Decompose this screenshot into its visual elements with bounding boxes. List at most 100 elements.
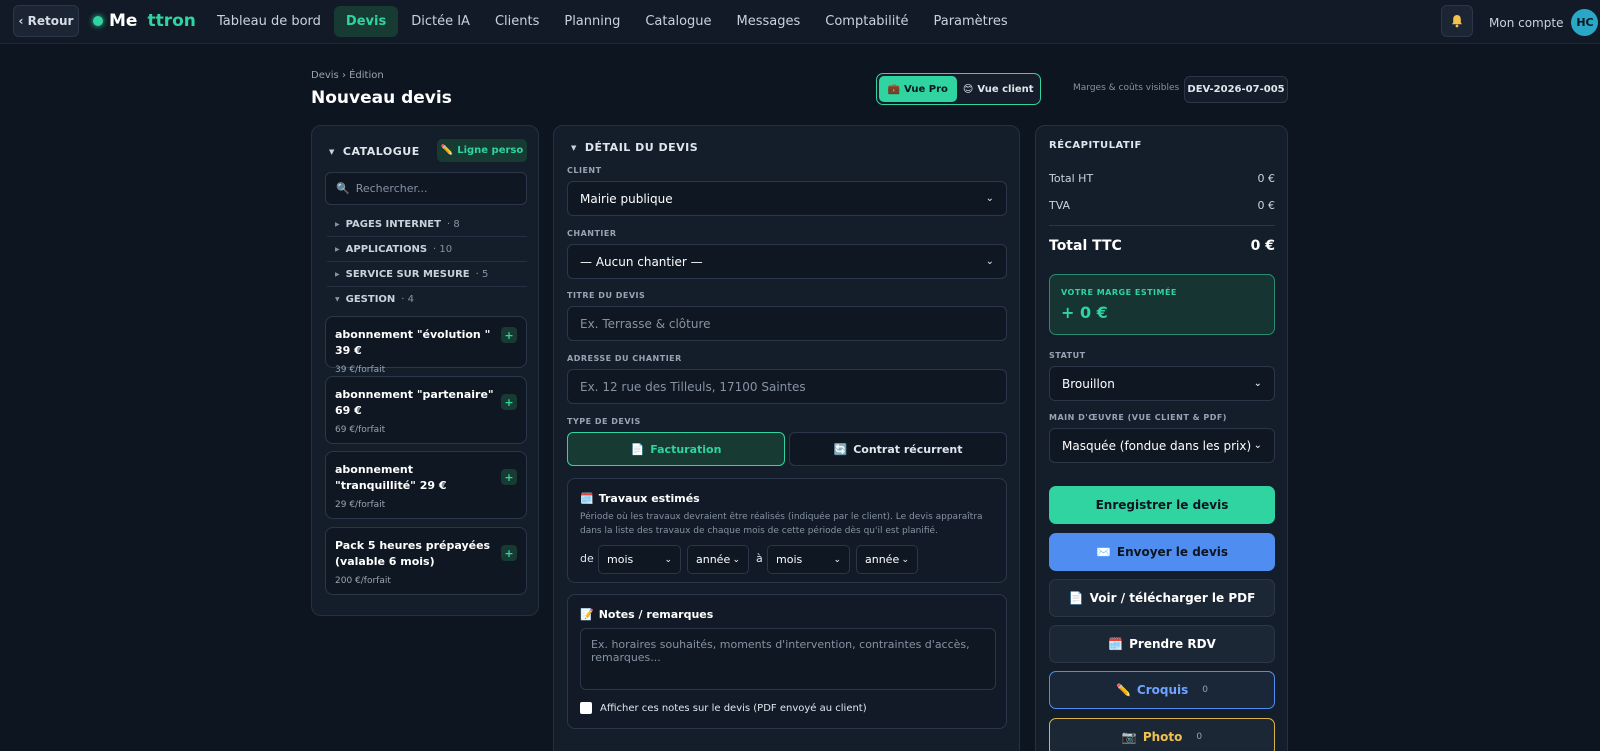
catalogue-item[interactable]: Pack 5 heures prépayées (valable 6 mois)…	[325, 527, 527, 595]
category-pages-internet[interactable]: ▶ PAGES INTERNET · 8	[327, 212, 527, 237]
pencil-icon: ✏️	[1115, 683, 1131, 697]
end-year-value: année	[865, 553, 900, 566]
save-quote-button[interactable]: Enregistrer le devis	[1049, 486, 1275, 524]
item-price: 69 €/forfait	[335, 425, 386, 435]
add-item-button[interactable]: +	[501, 394, 517, 410]
type-contrat-label: Contrat récurrent	[853, 442, 963, 456]
category-count: · 5	[475, 268, 489, 280]
calendar-icon: 🗓️	[580, 492, 594, 505]
category-name: PAGES INTERNET	[345, 218, 441, 230]
sketch-button[interactable]: ✏️ Croquis 0	[1049, 671, 1275, 709]
brand-logo[interactable]: Me ttron	[93, 11, 196, 31]
margin-label: VOTRE MARGE ESTIMÉE	[1061, 288, 1177, 297]
summary-panel: RÉCAPITULATIF Total HT 0 € TVA 0 € Total…	[1035, 125, 1288, 751]
nav-item-planning[interactable]: Planning	[552, 6, 632, 37]
view-client-button[interactable]: 😊 Vue client	[959, 76, 1039, 102]
caret-right-icon: ▶	[335, 220, 340, 228]
send-quote-button[interactable]: ✉️ Envoyer le devis	[1049, 533, 1275, 571]
item-price: 39 €/forfait	[335, 365, 386, 375]
envelope-icon: ✉️	[1095, 545, 1111, 559]
type-facturation-button[interactable]: 📄 Facturation	[567, 432, 785, 466]
item-name: abonnement "tranquillité" 29 €	[335, 463, 447, 492]
main-oeuvre-select[interactable]: Masquée (fondue dans les prix) ⌄	[1049, 428, 1275, 463]
end-year-select[interactable]: année ⌄	[856, 545, 918, 574]
account-menu[interactable]: Mon compte HC	[1489, 9, 1599, 36]
briefcase-icon: 💼	[887, 83, 901, 95]
catalogue-header[interactable]: ▼ CATALOGUE	[329, 145, 420, 158]
custom-line-label: Ligne perso	[457, 145, 524, 156]
margin-value: + 0 €	[1061, 303, 1108, 322]
statut-value: Brouillon	[1062, 376, 1115, 391]
adresse-input[interactable]: Ex. 12 rue des Tilleuls, 17100 Saintes	[567, 369, 1007, 404]
type-facturation-label: Facturation	[650, 442, 722, 456]
photo-count: 0	[1196, 732, 1203, 742]
catalogue-item[interactable]: abonnement "partenaire" 69 € 69 €/forfai…	[325, 376, 527, 444]
view-pro-button[interactable]: 💼 Vue Pro	[879, 76, 957, 102]
view-client-label: Vue client	[977, 83, 1034, 95]
chevron-down-icon: ⌄	[985, 193, 994, 204]
nav-item-messages[interactable]: Messages	[725, 6, 813, 37]
notes-title: 📝 Notes / remarques	[580, 608, 713, 621]
statut-label: STATUT	[1049, 351, 1086, 360]
main-oeuvre-value: Masquée (fondue dans les prix)	[1062, 438, 1252, 453]
document-icon: 📄	[1068, 591, 1084, 605]
nav-item-devis[interactable]: Devis	[333, 6, 399, 37]
show-notes-option[interactable]: Afficher ces notes sur le devis (PDF env…	[580, 702, 867, 714]
margin-visibility-note: Marges & coûts visibles	[1073, 83, 1180, 93]
search-icon: 🔍	[336, 182, 350, 195]
type-label: TYPE DE DEVIS	[567, 417, 641, 426]
end-month-select[interactable]: mois ⌄	[767, 545, 850, 574]
chevron-down-icon: ⌄	[833, 554, 841, 565]
notes-textarea[interactable]: Ex. horaires souhaités, moments d'interv…	[580, 628, 996, 690]
category-gestion[interactable]: ▼ GESTION · 4	[327, 287, 527, 312]
detail-header[interactable]: ▼ DÉTAIL DU DEVIS	[571, 141, 698, 154]
custom-line-button[interactable]: ✏️ Ligne perso	[437, 139, 527, 162]
category-service-sur-mesure[interactable]: ▶ SERVICE SUR MESURE · 5	[327, 262, 527, 287]
back-button[interactable]: ‹ Retour	[13, 5, 79, 37]
travaux-description: Période où les travaux devraient être ré…	[580, 512, 983, 536]
type-contrat-button[interactable]: 🔄 Contrat récurrent	[789, 432, 1007, 466]
chantier-select[interactable]: — Aucun chantier — ⌄	[567, 244, 1007, 279]
brand-dot-icon	[93, 16, 103, 26]
nav-item-catalogue[interactable]: Catalogue	[633, 6, 723, 37]
add-item-button[interactable]: +	[501, 469, 517, 485]
nav-item-clients[interactable]: Clients	[483, 6, 551, 37]
titre-placeholder: Ex. Terrasse & clôture	[580, 316, 711, 331]
catalogue-search-input[interactable]: 🔍 Rechercher...	[325, 172, 527, 205]
adresse-label: ADRESSE DU CHANTIER	[567, 354, 682, 363]
show-notes-checkbox[interactable]	[580, 702, 592, 714]
top-navbar: ‹ Retour Me ttron Tableau de bord Devis …	[0, 0, 1600, 44]
document-icon: 📄	[630, 442, 645, 456]
start-month-select[interactable]: mois ⌄	[598, 545, 681, 574]
pdf-button[interactable]: 📄 Voir / télécharger le PDF	[1049, 579, 1275, 617]
bell-icon	[1452, 15, 1462, 28]
chantier-select-value: — Aucun chantier —	[580, 254, 703, 269]
nav-item-comptabilite[interactable]: Comptabilité	[813, 6, 920, 37]
notes-card: 📝 Notes / remarques Ex. horaires souhait…	[567, 594, 1007, 729]
total-ttc-row: Total TTC 0 €	[1049, 238, 1275, 254]
view-pro-label: Vue Pro	[904, 83, 948, 95]
appointment-button[interactable]: 🗓️ Prendre RDV	[1049, 625, 1275, 663]
nav-item-dashboard[interactable]: Tableau de bord	[205, 6, 333, 37]
client-select-value: Mairie publique	[580, 191, 673, 206]
nav-item-parametres[interactable]: Paramètres	[921, 6, 1019, 37]
nav-item-dictee-ia[interactable]: Dictée IA	[399, 6, 482, 37]
detail-title: DÉTAIL DU DEVIS	[584, 141, 699, 154]
catalogue-item[interactable]: abonnement "évolution " 39 € 39 €/forfai…	[325, 316, 527, 375]
category-applications[interactable]: ▶ APPLICATIONS · 10	[327, 237, 527, 262]
titre-input[interactable]: Ex. Terrasse & clôture	[567, 306, 1007, 341]
brand-name-part1: Me	[109, 11, 138, 31]
item-name: abonnement "partenaire" 69 €	[335, 388, 494, 417]
add-item-button[interactable]: +	[501, 327, 517, 343]
view-toggle: 💼 Vue Pro 😊 Vue client	[876, 73, 1041, 105]
photo-button[interactable]: 📷 Photo 0	[1049, 718, 1275, 751]
client-select[interactable]: Mairie publique ⌄	[567, 181, 1007, 216]
notifications-button[interactable]	[1441, 5, 1473, 37]
category-count: · 4	[401, 294, 415, 305]
catalogue-item[interactable]: abonnement "tranquillité" 29 € 29 €/forf…	[325, 451, 527, 519]
statut-select[interactable]: Brouillon ⌄	[1049, 366, 1275, 401]
total-ttc-value: 0 €	[1250, 238, 1275, 254]
start-year-select[interactable]: année ⌄	[687, 545, 749, 574]
total-ht-label: Total HT	[1049, 172, 1094, 185]
add-item-button[interactable]: +	[501, 545, 517, 561]
